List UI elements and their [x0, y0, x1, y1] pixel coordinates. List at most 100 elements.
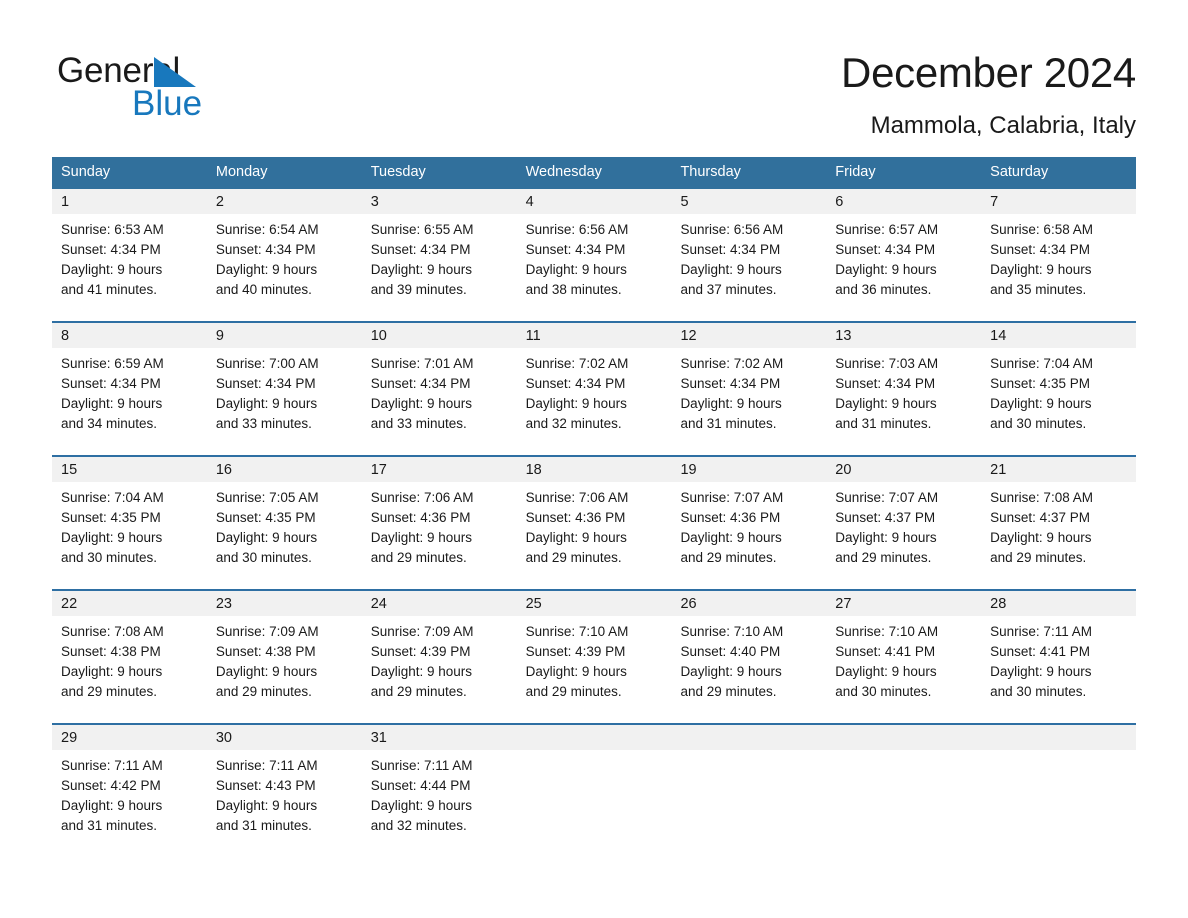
sunrise-text: Sunrise: 7:10 AM	[525, 624, 629, 639]
daylight-text-line2: and 40 minutes.	[215, 282, 312, 297]
calendar-day-cell[interactable]: 9 Sunrise: 7:00 AM Sunset: 4:34 PM Daylight…	[206, 323, 362, 440]
calendar-day-cell[interactable]: 15 Sunrise: 7:04 AM Sunset: 4:35 PM Dayligh…	[52, 457, 207, 574]
sunset-text: Sunset: 4:35 PM	[61, 510, 161, 525]
sunset-text: Sunset: 4:34 PM	[370, 376, 471, 391]
calendar-day-cell[interactable]: 22 Sunrise: 7:08 AM Sunset: 4:38 PM Dayligh…	[52, 591, 207, 708]
weekday-header-friday: Friday	[835, 164, 876, 180]
calendar-day-cell[interactable]: 21 Sunrise: 7:08 AM Sunset: 4:37 PM Dayligh…	[981, 457, 1137, 574]
sunrise-text: Sunrise: 6:56 AM	[680, 222, 784, 237]
day-details: Sunrise: 7:10 AM Sunset: 4:41 PM Daylight:…	[826, 616, 981, 708]
daylight-text-line1: Daylight: 9 hours	[990, 396, 1092, 411]
sunrise-text: Sunrise: 7:11 AM	[215, 758, 318, 773]
calendar-day-cell[interactable]: 4 Sunrise: 6:56 AM Sunset: 4:34 PM Daylight…	[516, 189, 672, 306]
daylight-text-line1: Daylight: 9 hours	[215, 396, 318, 411]
calendar-day-cell[interactable]: 12 Sunrise: 7:02 AM Sunset: 4:34 PM Dayligh…	[671, 323, 827, 440]
day-number: 21	[981, 457, 1137, 482]
sunrise-text: Sunrise: 7:10 AM	[680, 624, 784, 639]
calendar-day-cell[interactable]: 2 Sunrise: 6:54 AM Sunset: 4:34 PM Daylight…	[206, 189, 362, 306]
sunset-text: Sunset: 4:43 PM	[215, 778, 316, 793]
calendar-day-cell[interactable]: 29 Sunrise: 7:11 AM Sunset: 4:42 PM Dayligh…	[52, 725, 207, 842]
calendar-day-cell[interactable]: 8 Sunrise: 6:59 AM Sunset: 4:34 PM Daylight…	[52, 323, 207, 440]
day-details: Sunrise: 6:59 AM Sunset: 4:34 PM Daylight:…	[52, 348, 207, 440]
day-number: 28	[981, 591, 1137, 616]
day-details: Sunrise: 7:06 AM Sunset: 4:36 PM Daylight:…	[362, 482, 517, 574]
day-number: 2	[206, 189, 362, 214]
daylight-text-line1: Daylight: 9 hours	[835, 396, 937, 411]
day-number: 31	[361, 725, 517, 750]
sunrise-text: Sunrise: 7:11 AM	[990, 624, 1092, 639]
day-number	[516, 725, 672, 750]
calendar-day-cell[interactable]: 18 Sunrise: 7:06 AM Sunset: 4:36 PM Dayligh…	[516, 457, 672, 574]
calendar-day-cell[interactable]: 23 Sunrise: 7:09 AM Sunset: 4:38 PM Dayligh…	[206, 591, 362, 708]
calendar-day-cell[interactable]: 19 Sunrise: 7:07 AM Sunset: 4:36 PM Dayligh…	[671, 457, 827, 574]
daylight-text-line1: Daylight: 9 hours	[370, 262, 473, 277]
day-number	[981, 725, 1137, 750]
sunset-text: Sunset: 4:39 PM	[370, 644, 471, 659]
calendar-day-cell[interactable]: 7 Sunrise: 6:58 AM Sunset: 4:34 PM Daylight…	[981, 189, 1137, 306]
day-number: 20	[826, 457, 982, 482]
day-number: 27	[826, 591, 982, 616]
calendar-day-cell[interactable]: 10 Sunrise: 7:01 AM Sunset: 4:34 PM Dayligh…	[361, 323, 517, 440]
triangle-flag-icon	[154, 57, 196, 87]
calendar-day-cell[interactable]: 24 Sunrise: 7:09 AM Sunset: 4:39 PM Dayligh…	[361, 591, 517, 708]
day-number: 14	[981, 323, 1137, 348]
calendar-day-cell[interactable]: 25 Sunrise: 7:10 AM Sunset: 4:39 PM Dayligh…	[516, 591, 672, 708]
week-spacer	[52, 574, 1136, 589]
day-details: Sunrise: 7:11 AM Sunset: 4:44 PM Daylight:…	[362, 750, 517, 842]
generalblue-logo[interactable]: General Blue	[57, 52, 357, 123]
calendar-day-cell[interactable]: 26 Sunrise: 7:10 AM Sunset: 4:40 PM Dayligh…	[671, 591, 827, 708]
sunrise-text: Sunrise: 7:09 AM	[370, 624, 474, 639]
sunset-text: Sunset: 4:34 PM	[525, 376, 626, 391]
day-number: 16	[206, 457, 362, 482]
day-number	[826, 725, 982, 750]
calendar-day-cell[interactable]: 13 Sunrise: 7:03 AM Sunset: 4:34 PM Dayligh…	[826, 323, 982, 440]
sunset-text: Sunset: 4:44 PM	[370, 778, 471, 793]
day-number: 18	[516, 457, 672, 482]
calendar-day-cell-empty	[671, 725, 827, 842]
calendar-day-cell[interactable]: 20 Sunrise: 7:07 AM Sunset: 4:37 PM Dayligh…	[826, 457, 982, 574]
daylight-text-line1: Daylight: 9 hours	[990, 262, 1092, 277]
daylight-text-line1: Daylight: 9 hours	[61, 798, 163, 813]
sunrise-text: Sunrise: 7:01 AM	[370, 356, 474, 371]
daylight-text-line2: and 35 minutes.	[990, 282, 1087, 297]
day-number: 13	[826, 323, 982, 348]
sunset-text: Sunset: 4:41 PM	[990, 644, 1090, 659]
sunrise-text: Sunrise: 7:02 AM	[525, 356, 629, 371]
sunset-text: Sunset: 4:34 PM	[680, 242, 781, 257]
daylight-text-line1: Daylight: 9 hours	[215, 530, 318, 545]
day-details: Sunrise: 7:11 AM Sunset: 4:41 PM Daylight:…	[981, 616, 1136, 708]
day-number: 7	[981, 189, 1137, 214]
daylight-text-line2: and 31 minutes.	[215, 818, 312, 833]
calendar-day-cell[interactable]: 5 Sunrise: 6:56 AM Sunset: 4:34 PM Daylight…	[671, 189, 827, 306]
week-spacer	[52, 708, 1136, 723]
calendar-day-cell[interactable]: 30 Sunrise: 7:11 AM Sunset: 4:43 PM Dayligh…	[206, 725, 362, 842]
day-details: Sunrise: 7:08 AM Sunset: 4:37 PM Daylight:…	[981, 482, 1136, 574]
calendar-day-cell[interactable]: 3 Sunrise: 6:55 AM Sunset: 4:34 PM Daylight…	[361, 189, 517, 306]
day-details: Sunrise: 7:05 AM Sunset: 4:35 PM Daylight:…	[207, 482, 362, 574]
sunrise-text: Sunrise: 7:07 AM	[835, 490, 939, 505]
sunrise-text: Sunrise: 7:11 AM	[61, 758, 163, 773]
daylight-text-line1: Daylight: 9 hours	[215, 664, 318, 679]
calendar-day-cell[interactable]: 28 Sunrise: 7:11 AM Sunset: 4:41 PM Dayligh…	[981, 591, 1137, 708]
sunset-text: Sunset: 4:39 PM	[525, 644, 626, 659]
sunrise-text: Sunrise: 7:08 AM	[990, 490, 1093, 505]
sunrise-text: Sunrise: 6:58 AM	[990, 222, 1093, 237]
daylight-text-line1: Daylight: 9 hours	[680, 664, 782, 679]
calendar-day-cell[interactable]: 27 Sunrise: 7:10 AM Sunset: 4:41 PM Dayligh…	[826, 591, 982, 708]
calendar-day-cell[interactable]: 16 Sunrise: 7:05 AM Sunset: 4:35 PM Dayligh…	[206, 457, 362, 574]
sunrise-text: Sunrise: 7:06 AM	[370, 490, 474, 505]
daylight-text-line1: Daylight: 9 hours	[990, 530, 1092, 545]
calendar-day-cell[interactable]: 6 Sunrise: 6:57 AM Sunset: 4:34 PM Daylight…	[826, 189, 982, 306]
calendar-day-cell[interactable]: 11 Sunrise: 7:02 AM Sunset: 4:34 PM Dayligh…	[516, 323, 672, 440]
calendar-day-cell[interactable]: 17 Sunrise: 7:06 AM Sunset: 4:36 PM Dayligh…	[361, 457, 517, 574]
day-details	[517, 750, 672, 842]
calendar-page: General Blue December 2024 Mammola, Cala…	[0, 0, 1188, 918]
sunset-text: Sunset: 4:34 PM	[215, 242, 316, 257]
day-details: Sunrise: 6:58 AM Sunset: 4:34 PM Daylight:…	[981, 214, 1136, 306]
sunset-text: Sunset: 4:34 PM	[990, 242, 1090, 257]
calendar-day-cell[interactable]: 14 Sunrise: 7:04 AM Sunset: 4:35 PM Dayligh…	[981, 323, 1137, 440]
calendar-day-cell[interactable]: 1 Sunrise: 6:53 AM Sunset: 4:34 PM Daylight…	[52, 189, 207, 306]
sunset-text: Sunset: 4:34 PM	[61, 376, 161, 391]
sunrise-text: Sunrise: 7:05 AM	[215, 490, 319, 505]
calendar-day-cell[interactable]: 31 Sunrise: 7:11 AM Sunset: 4:44 PM Dayligh…	[361, 725, 517, 842]
